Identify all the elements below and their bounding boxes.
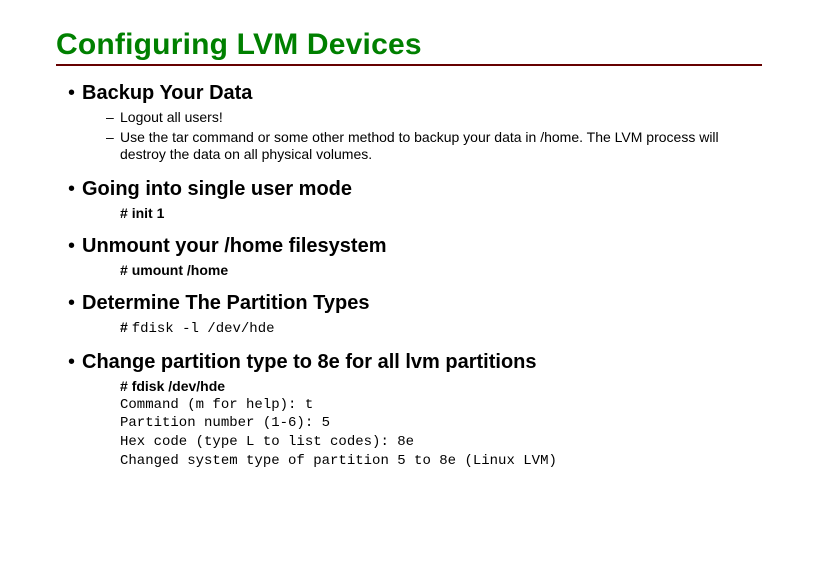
slide-container: Configuring LVM Devices • Backup Your Da… bbox=[0, 0, 818, 491]
cmd-umount: # umount /home bbox=[120, 262, 762, 278]
bullet-determine: • Determine The Partition Types bbox=[68, 292, 762, 315]
hash-icon: # bbox=[120, 205, 128, 221]
bullet-backup: • Backup Your Data bbox=[68, 82, 762, 105]
bullet-determine-label: Determine The Partition Types bbox=[82, 292, 369, 315]
slide-title: Configuring LVM Devices bbox=[56, 28, 762, 62]
cmd-init-text: init 1 bbox=[132, 205, 165, 221]
subbullet-logout: – Logout all users! bbox=[106, 109, 762, 127]
cmd-umount-text: umount /home bbox=[132, 262, 228, 278]
dash-icon: – bbox=[106, 109, 120, 125]
bullet-dot-icon: • bbox=[68, 351, 82, 374]
bullet-dot-icon: • bbox=[68, 178, 82, 201]
bullet-dot-icon: • bbox=[68, 292, 82, 315]
bullet-single-label: Going into single user mode bbox=[82, 178, 352, 201]
cmd-fdisk-list: # fdisk -l /dev/hde bbox=[120, 319, 762, 337]
fdisk-output-3: Hex code (type L to list codes): 8e bbox=[120, 433, 762, 452]
fdisk-output-2: Partition number (1-6): 5 bbox=[120, 414, 762, 433]
subbullet-logout-text: Logout all users! bbox=[120, 109, 223, 127]
hash-icon: # bbox=[120, 378, 128, 394]
cmd-fdisk-list-text: fdisk -l /dev/hde bbox=[132, 321, 275, 337]
bullet-single: • Going into single user mode bbox=[68, 178, 762, 201]
bullet-change: • Change partition type to 8e for all lv… bbox=[68, 351, 762, 374]
hash-icon: # bbox=[120, 319, 128, 335]
cmd-fdisk: # fdisk /dev/hde bbox=[120, 378, 762, 394]
fdisk-output-4: Changed system type of partition 5 to 8e… bbox=[120, 452, 762, 471]
fdisk-output-1: Command (m for help): t bbox=[120, 396, 762, 415]
bullet-dot-icon: • bbox=[68, 235, 82, 258]
cmd-fdisk-text: fdisk /dev/hde bbox=[132, 378, 225, 394]
hash-icon: # bbox=[120, 262, 128, 278]
bullet-dot-icon: • bbox=[68, 82, 82, 105]
dash-icon: – bbox=[106, 129, 120, 145]
bullet-unmount-label: Unmount your /home filesystem bbox=[82, 235, 387, 258]
subbullet-tar-text: Use the tar command or some other method… bbox=[120, 129, 762, 164]
bullet-change-label: Change partition type to 8e for all lvm … bbox=[82, 351, 537, 374]
subbullet-tar: – Use the tar command or some other meth… bbox=[106, 129, 762, 164]
bullet-unmount: • Unmount your /home filesystem bbox=[68, 235, 762, 258]
cmd-init: # init 1 bbox=[120, 205, 762, 221]
bullet-backup-label: Backup Your Data bbox=[82, 82, 252, 105]
title-underline bbox=[56, 64, 762, 66]
